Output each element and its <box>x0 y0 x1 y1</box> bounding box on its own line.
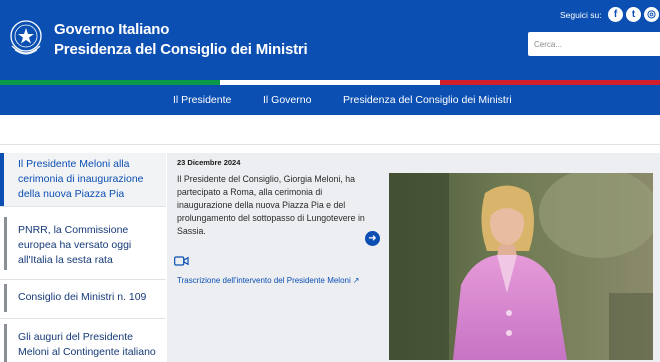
news-item[interactable]: Gli auguri del Presidente Meloni al Cont… <box>0 324 166 362</box>
main-navigation: Il Presidente Il Governo Presidenza del … <box>0 85 660 115</box>
news-item-label: Consiglio dei Ministri n. 109 <box>18 291 147 303</box>
republic-emblem-icon[interactable] <box>7 16 45 59</box>
instagram-icon[interactable]: ◎ <box>644 7 659 22</box>
news-item-active[interactable]: Il Presidente Meloni alla cerimonia di i… <box>0 153 166 206</box>
main-content: Il Presidente Meloni alla cerimonia di i… <box>0 115 660 362</box>
news-date: 23 Dicembre 2024 <box>177 158 241 167</box>
twitter-icon[interactable]: t <box>626 7 641 22</box>
transcript-link-label: Trascrizione dell'intervento del Preside… <box>177 276 351 285</box>
transcript-link[interactable]: Trascrizione dell'intervento del Preside… <box>177 275 359 286</box>
featured-news: 23 Dicembre 2024 Il Presidente del Consi… <box>167 153 660 362</box>
news-item-label: Gli auguri del Presidente Meloni al Cont… <box>18 331 156 362</box>
facebook-icon[interactable]: f <box>608 7 623 22</box>
news-item-label: Il Presidente Meloni alla cerimonia di i… <box>18 158 144 200</box>
news-summary: Il Presidente del Consiglio, Giorgia Mel… <box>177 174 365 236</box>
news-item-label: PNRR, la Commissione europea ha versato … <box>18 224 132 266</box>
follow-us-label: Seguici su: <box>560 10 602 20</box>
arrow-right-icon[interactable]: ➜ <box>365 231 380 246</box>
external-link-icon: ↗ <box>352 276 360 285</box>
news-photo[interactable] <box>389 173 653 360</box>
search-input[interactable] <box>528 32 660 56</box>
nav-item-il-presidente[interactable]: Il Presidente <box>173 93 231 107</box>
site-title-line2[interactable]: Presidenza del Consiglio dei Ministri <box>54 40 308 59</box>
section-divider <box>0 144 660 145</box>
site-header: Governo Italiano Presidenza del Consigli… <box>0 0 660 80</box>
news-item[interactable]: Consiglio dei Ministri n. 109 <box>0 284 166 312</box>
site-title-line1[interactable]: Governo Italiano <box>54 20 169 39</box>
news-item[interactable]: PNRR, la Commissione europea ha versato … <box>0 217 166 270</box>
nav-item-il-governo[interactable]: Il Governo <box>263 93 311 107</box>
video-camera-icon[interactable] <box>174 256 189 266</box>
news-list: Il Presidente Meloni alla cerimonia di i… <box>0 153 166 362</box>
nav-item-presidenza[interactable]: Presidenza del Consiglio dei Ministri <box>343 93 512 107</box>
